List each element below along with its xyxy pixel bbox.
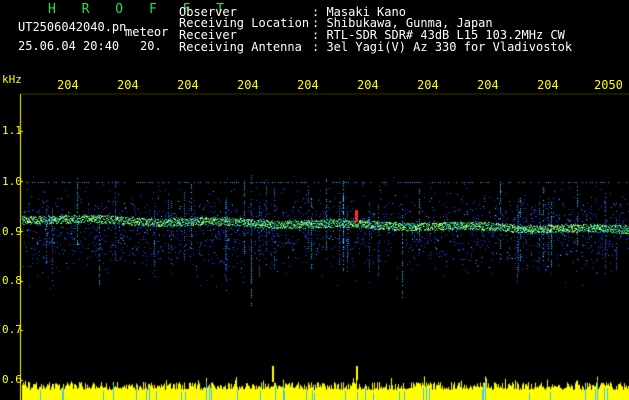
time-tick: 204 — [117, 78, 139, 92]
filename-label: UT2506042040.pn — [18, 20, 127, 34]
counter-label: 20. — [140, 39, 162, 53]
freq-tick: 0.6 — [2, 373, 22, 386]
unit-label: kHz — [2, 73, 22, 86]
freq-tick: 0.9 — [2, 225, 22, 238]
freq-tick: 1.1 — [2, 124, 22, 137]
freq-tick: 0.8 — [2, 274, 22, 287]
time-tick: 204 — [57, 78, 79, 92]
meteor-tag: meteor — [125, 25, 169, 39]
time-tick: 204 — [177, 78, 199, 92]
time-tick: 204 — [357, 78, 379, 92]
freq-tick: 0.7 — [2, 323, 22, 336]
time-tick: 204 — [477, 78, 499, 92]
freq-tick: 1.0 — [2, 175, 22, 188]
time-tick: 2050 — [594, 78, 623, 92]
time-tick: 204 — [237, 78, 259, 92]
time-tick: 204 — [297, 78, 319, 92]
spectrogram-canvas — [0, 0, 629, 400]
time-tick: 204 — [537, 78, 559, 92]
datetime-label: 25.06.04 20:40 — [18, 39, 120, 53]
antenna-value: : 3el Yagi(V) Az 330 for Vladivostok — [312, 40, 573, 54]
antenna-label: Receiving Antenna — [179, 40, 302, 54]
time-tick: 204 — [417, 78, 439, 92]
